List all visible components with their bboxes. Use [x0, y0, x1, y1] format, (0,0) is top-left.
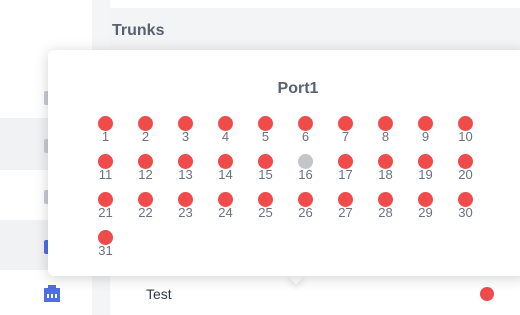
trunk-name[interactable]: Test — [146, 286, 172, 302]
port-number-label: 27 — [338, 205, 353, 220]
status-indicator — [480, 287, 494, 301]
port-8[interactable]: 8 — [376, 116, 416, 150]
port-27[interactable]: 27 — [336, 192, 376, 226]
port-number-label: 17 — [338, 167, 353, 182]
port-10[interactable]: 10 — [456, 116, 496, 150]
port-1[interactable]: 1 — [96, 116, 136, 150]
port-number-label: 15 — [258, 167, 273, 182]
port-number-label: 16 — [298, 167, 313, 182]
port-26[interactable]: 26 — [296, 192, 336, 226]
port-number-label: 6 — [301, 129, 310, 144]
port-number-label: 23 — [178, 205, 193, 220]
port-number-label: 3 — [181, 129, 190, 144]
port-3[interactable]: 3 — [176, 116, 216, 150]
port-24[interactable]: 24 — [216, 192, 256, 226]
port-number-label: 18 — [378, 167, 393, 182]
port-31[interactable]: 31 — [96, 230, 136, 264]
port-number-label: 31 — [98, 243, 113, 258]
port-number-label: 25 — [258, 205, 273, 220]
port-number-label: 24 — [218, 205, 233, 220]
port-5[interactable]: 5 — [256, 116, 296, 150]
port-4[interactable]: 4 — [216, 116, 256, 150]
port-number-label: 7 — [341, 129, 350, 144]
port-number-label: 11 — [98, 167, 113, 182]
port-number-label: 9 — [421, 129, 430, 144]
port-23[interactable]: 23 — [176, 192, 216, 226]
port-15[interactable]: 15 — [256, 154, 296, 188]
port-18[interactable]: 18 — [376, 154, 416, 188]
port-number-label: 1 — [101, 129, 110, 144]
popup-title: Port1 — [277, 80, 319, 97]
port-29[interactable]: 29 — [416, 192, 456, 226]
port-status-popup: Port1 1 2 3 4 5 6 7 8 9 10 11 12 13 14 15 16 17 18 19 20 21 2… — [48, 50, 520, 276]
port-20[interactable]: 20 — [456, 154, 496, 188]
port-number-label: 5 — [261, 129, 270, 144]
port-number-label: 26 — [298, 205, 313, 220]
port-16[interactable]: 16 — [296, 154, 336, 188]
port-number-label: 20 — [458, 167, 473, 182]
port-number-label: 19 — [418, 167, 433, 182]
port-12[interactable]: 12 — [136, 154, 176, 188]
port-9[interactable]: 9 — [416, 116, 456, 150]
port-number-label: 28 — [378, 205, 393, 220]
port-30[interactable]: 30 — [456, 192, 496, 226]
section-title: Trunks — [112, 22, 165, 39]
port-19[interactable]: 19 — [416, 154, 456, 188]
port-25[interactable]: 25 — [256, 192, 296, 226]
port-number-label: 30 — [458, 205, 473, 220]
port-number-label: 10 — [458, 129, 473, 144]
port-number-label: 14 — [218, 167, 233, 182]
port-grid: 1 2 3 4 5 6 7 8 9 10 11 12 13 14 15 16 17 18 19 20 21 22 23 24 2… — [96, 116, 496, 264]
network-port-icon[interactable] — [40, 284, 64, 304]
port-17[interactable]: 17 — [336, 154, 376, 188]
port-21[interactable]: 21 — [96, 192, 136, 226]
port-number-label: 21 — [98, 205, 113, 220]
port-28[interactable]: 28 — [376, 192, 416, 226]
port-14[interactable]: 14 — [216, 154, 256, 188]
port-2[interactable]: 2 — [136, 116, 176, 150]
port-number-label: 4 — [221, 129, 230, 144]
port-number-label: 22 — [138, 205, 153, 220]
port-22[interactable]: 22 — [136, 192, 176, 226]
port-number-label: 8 — [381, 129, 390, 144]
port-11[interactable]: 11 — [96, 154, 136, 188]
port-number-label: 12 — [138, 167, 153, 182]
port-13[interactable]: 13 — [176, 154, 216, 188]
port-number-label: 29 — [418, 205, 433, 220]
port-6[interactable]: 6 — [296, 116, 336, 150]
port-7[interactable]: 7 — [336, 116, 376, 150]
port-number-label: 2 — [141, 129, 150, 144]
port-number-label: 13 — [178, 167, 193, 182]
